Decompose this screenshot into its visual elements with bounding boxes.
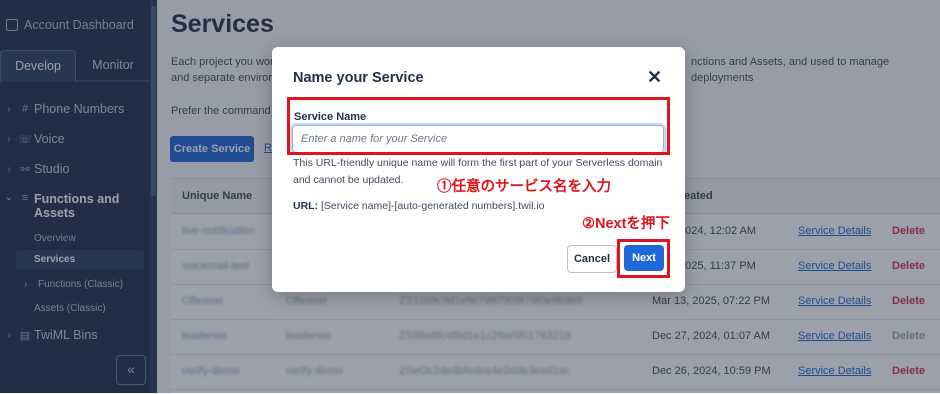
- annotation-box-service-name: [287, 97, 670, 155]
- dialog-title: Name your Service: [293, 70, 424, 86]
- annotation-step2-text: ②Nextを押下: [582, 216, 670, 232]
- url-preview: URL: [Service name]-[auto-generated numb…: [293, 200, 545, 212]
- close-icon[interactable]: ✕: [647, 67, 662, 88]
- cancel-button[interactable]: Cancel: [567, 245, 617, 273]
- url-label: URL:: [293, 200, 319, 212]
- url-value: [Service name]-[auto-generated numbers].…: [321, 200, 545, 212]
- annotation-box-next: [617, 239, 670, 278]
- annotation-step1-text: ①任意のサービス名を入力: [437, 179, 611, 195]
